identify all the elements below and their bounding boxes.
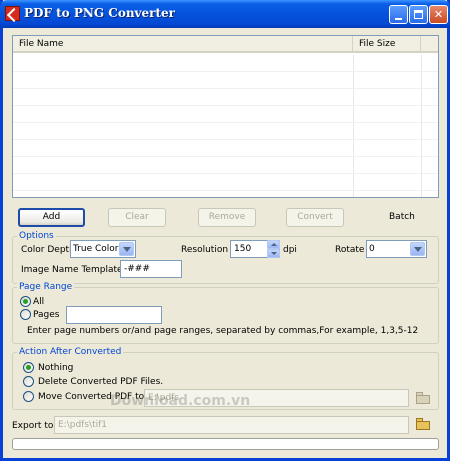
- add-button[interactable]: Add: [18, 208, 85, 227]
- minimize-button[interactable]: [389, 5, 408, 24]
- file-list-header: File Name File Size: [13, 36, 438, 53]
- title-bar[interactable]: PDF to PNG Converter ✕: [0, 0, 450, 28]
- browse-folder-icon[interactable]: [416, 392, 431, 404]
- spin-down-icon[interactable]: [267, 249, 280, 258]
- export-path-input[interactable]: E:\pdfs\tif1: [54, 416, 409, 434]
- pages-input[interactable]: [66, 306, 162, 324]
- row-gridline: [13, 139, 438, 140]
- close-button[interactable]: ✕: [429, 5, 448, 24]
- batch-button[interactable]: Batch: [389, 209, 415, 226]
- file-list[interactable]: File Name File Size: [12, 35, 439, 198]
- resolution-unit: dpi: [283, 245, 297, 255]
- page-range-all-radio[interactable]: [20, 296, 31, 307]
- export-folder-icon[interactable]: [416, 418, 431, 430]
- rotate-select[interactable]: 0: [366, 240, 427, 258]
- color-depth-label: Color Depth: [21, 245, 75, 255]
- close-icon: ✕: [433, 8, 444, 21]
- options-legend: Options: [17, 231, 56, 242]
- resolution-stepper[interactable]: [267, 240, 280, 258]
- clear-button[interactable]: Clear: [108, 208, 166, 227]
- image-name-template-input[interactable]: -###: [120, 260, 182, 278]
- row-gridline: [13, 71, 438, 72]
- remove-button[interactable]: Remove: [198, 208, 256, 227]
- row-gridline: [13, 105, 438, 106]
- action-after-converted-legend: Action After Converted: [17, 347, 124, 358]
- export-to-label: Export to: [12, 421, 54, 431]
- row-gridline: [13, 122, 438, 123]
- row-gridline: [13, 88, 438, 89]
- action-nothing-radio[interactable]: [23, 362, 34, 373]
- image-name-template-label: Image Name Template: [21, 265, 123, 275]
- convert-button[interactable]: Convert: [286, 208, 344, 227]
- app-logo-icon: [5, 6, 20, 21]
- row-gridline: [13, 173, 438, 174]
- color-depth-select[interactable]: True Colors: [70, 240, 136, 258]
- resolution-label: Resolution: [181, 245, 229, 255]
- column-header-file-size[interactable]: File Size: [353, 36, 421, 53]
- page-range-pages-radio[interactable]: [20, 309, 31, 320]
- rotate-value: 0: [369, 244, 375, 254]
- row-gridline: [13, 156, 438, 157]
- action-move-radio[interactable]: [23, 391, 34, 402]
- action-delete-radio[interactable]: [23, 376, 34, 387]
- progress-bar: [12, 438, 439, 450]
- chevron-down-icon[interactable]: [410, 242, 425, 256]
- rotate-label: Rotate: [335, 245, 365, 255]
- column-header-file-name[interactable]: File Name: [13, 36, 353, 53]
- page-range-legend: Page Range: [17, 282, 75, 293]
- row-gridline: [13, 190, 438, 191]
- page-range-pages-label[interactable]: Pages: [33, 309, 59, 321]
- maximize-icon: [414, 10, 423, 19]
- watermark-text: Download.com.vn: [110, 393, 251, 409]
- action-nothing-label[interactable]: Nothing: [38, 362, 73, 374]
- minimize-icon: [395, 18, 402, 20]
- column-divider: [353, 55, 354, 197]
- page-range-hint: Enter page numbers or/and page ranges, s…: [27, 326, 419, 336]
- maximize-button[interactable]: [409, 5, 428, 24]
- action-delete-label[interactable]: Delete Converted PDF Files.: [38, 376, 163, 388]
- page-range-all-label[interactable]: All: [33, 296, 44, 308]
- spin-up-icon[interactable]: [267, 240, 280, 249]
- color-depth-value: True Colors: [73, 244, 124, 254]
- chevron-down-icon[interactable]: [119, 242, 134, 256]
- window-title: PDF to PNG Converter: [24, 6, 175, 20]
- column-divider: [421, 55, 422, 197]
